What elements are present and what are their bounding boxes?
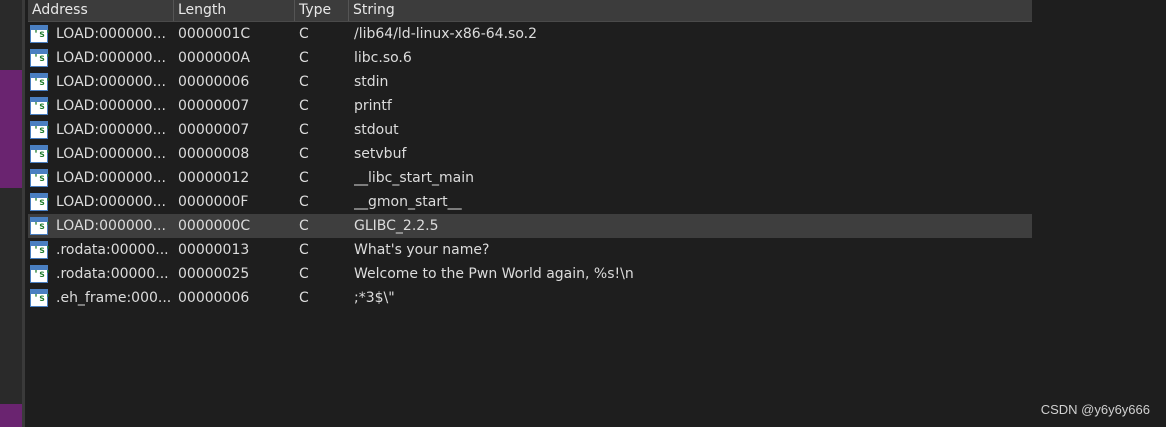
string-icon: 's': [30, 241, 52, 259]
string-icon: 's': [30, 265, 52, 283]
column-header-length[interactable]: Length: [174, 0, 295, 21]
cell-type: C: [299, 290, 309, 306]
table-row[interactable]: 's' LOAD:000000... 00000007 Cstdout: [28, 118, 1032, 142]
cell-address: LOAD:000000...: [56, 98, 166, 114]
cell-length: 00000013: [178, 242, 250, 258]
cell-length: 00000007: [178, 98, 250, 114]
empty-area: [1032, 0, 1166, 427]
cell-string: ;*3$\": [354, 290, 395, 306]
column-header-type[interactable]: Type: [295, 0, 349, 21]
cell-address: LOAD:000000...: [56, 218, 166, 234]
cell-string: setvbuf: [354, 146, 407, 162]
cell-string: What's your name?: [354, 242, 490, 258]
cell-length: 0000000F: [178, 194, 249, 210]
cell-type: C: [299, 170, 309, 186]
gutter-highlight: [0, 70, 22, 188]
cell-type: C: [299, 98, 309, 114]
icon-glyph: 's': [33, 221, 52, 232]
cell-address: LOAD:000000...: [56, 26, 166, 42]
cell-string: /lib64/ld-linux-x86-64.so.2: [354, 26, 537, 42]
watermark: CSDN @y6y6y666: [1040, 402, 1150, 417]
cell-address: LOAD:000000...: [56, 194, 166, 210]
cell-address: LOAD:000000...: [56, 122, 166, 138]
icon-glyph: 's': [33, 269, 52, 280]
cell-string: stdin: [354, 74, 389, 90]
strings-table: Address Length Type String 's' LOAD:00000…: [28, 0, 1032, 310]
table-header: Address Length Type String: [28, 0, 1032, 22]
cell-string: __libc_start_main: [354, 170, 474, 186]
icon-glyph: 's': [33, 125, 52, 136]
table-row[interactable]: 's' LOAD:000000... 0000000A Clibc.so.6: [28, 46, 1032, 70]
cell-length: 00000006: [178, 74, 250, 90]
string-icon: 's': [30, 121, 52, 139]
cell-string: stdout: [354, 122, 399, 138]
cell-type: C: [299, 266, 309, 282]
icon-glyph: 's': [33, 245, 52, 256]
cell-type: C: [299, 122, 309, 138]
table-row[interactable]: 's' LOAD:000000... 00000006 Cstdin: [28, 70, 1032, 94]
icon-glyph: 's': [33, 173, 52, 184]
column-header-string[interactable]: String: [349, 0, 1032, 21]
table-row[interactable]: 's' LOAD:000000... 0000001C C/lib64/ld-linu…: [28, 22, 1032, 46]
cell-type: C: [299, 146, 309, 162]
splitter[interactable]: [22, 0, 25, 427]
table-row[interactable]: 's' LOAD:000000... 00000012 C __libc_start_m…: [28, 166, 1032, 190]
cell-address: LOAD:000000...: [56, 50, 166, 66]
cell-string: libc.so.6: [354, 50, 412, 66]
gutter-highlight: [0, 404, 22, 427]
cell-address: LOAD:000000...: [56, 146, 166, 162]
table-row[interactable]: 's' .eh_frame:000... 00000006 C ;*3$\": [28, 286, 1032, 310]
cell-type: C: [299, 242, 309, 258]
table-body: 's' LOAD:000000... 0000001C C/lib64/ld-linu…: [28, 22, 1032, 310]
icon-glyph: 's': [33, 197, 52, 208]
icon-glyph: 's': [33, 293, 52, 304]
cell-length: 00000007: [178, 122, 250, 138]
string-icon: 's': [30, 289, 52, 307]
cell-length: 0000000A: [178, 50, 250, 66]
cell-type: C: [299, 218, 309, 234]
column-header-address[interactable]: Address: [28, 0, 174, 21]
cell-type: C: [299, 26, 309, 42]
table-row[interactable]: 's' LOAD:000000... 00000008 Csetvbuf: [28, 142, 1032, 166]
string-icon: 's': [30, 25, 52, 43]
table-row[interactable]: 's' LOAD:000000... 00000007 Cprintf: [28, 94, 1032, 118]
string-icon: 's': [30, 169, 52, 187]
string-icon: 's': [30, 145, 52, 163]
cell-length: 00000025: [178, 266, 250, 282]
cell-address: .rodata:00000...: [56, 266, 169, 282]
icon-glyph: 's': [33, 77, 52, 88]
string-icon: 's': [30, 49, 52, 67]
cell-type: C: [299, 50, 309, 66]
left-gutter: [0, 0, 22, 427]
cell-length: 00000012: [178, 170, 250, 186]
string-icon: 's': [30, 217, 52, 235]
cell-address: LOAD:000000...: [56, 74, 166, 90]
table-row[interactable]: 's' .rodata:00000... 00000013 C What's your …: [28, 238, 1032, 262]
cell-address: .eh_frame:000...: [56, 290, 172, 306]
cell-string: Welcome to the Pwn World again, %s!\n: [354, 266, 634, 282]
table-row[interactable]: 's' .rodata:00000... 00000025 C Welcome to t…: [28, 262, 1032, 286]
cell-address: .rodata:00000...: [56, 242, 169, 258]
cell-length: 0000000C: [178, 218, 251, 234]
cell-string: __gmon_start__: [354, 194, 462, 210]
string-icon: 's': [30, 73, 52, 91]
string-icon: 's': [30, 97, 52, 115]
icon-glyph: 's': [33, 29, 52, 40]
cell-address: LOAD:000000...: [56, 170, 166, 186]
cell-length: 00000006: [178, 290, 250, 306]
string-icon: 's': [30, 193, 52, 211]
cell-string: printf: [354, 98, 392, 114]
icon-glyph: 's': [33, 101, 52, 112]
table-row[interactable]: 's' LOAD:000000... 0000000C C GLIBC_2.2.5: [28, 214, 1032, 238]
icon-glyph: 's': [33, 149, 52, 160]
cell-type: C: [299, 74, 309, 90]
table-row[interactable]: 's' LOAD:000000... 0000000F C __gmon_start__: [28, 190, 1032, 214]
cell-string: GLIBC_2.2.5: [354, 218, 439, 234]
cell-length: 00000008: [178, 146, 250, 162]
cell-length: 0000001C: [178, 26, 251, 42]
icon-glyph: 's': [33, 53, 52, 64]
cell-type: C: [299, 194, 309, 210]
